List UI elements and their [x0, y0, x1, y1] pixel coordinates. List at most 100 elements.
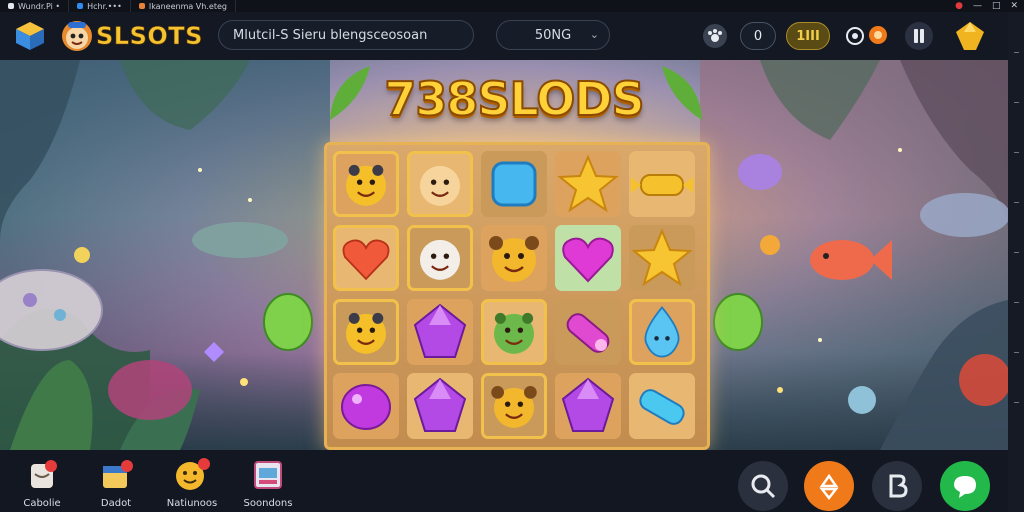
search-text: Mlutcil-S Sieru blengsceosoan [233, 27, 428, 43]
pink-candy-symbol [566, 313, 610, 353]
chat-button[interactable] [940, 461, 990, 511]
paw-icon[interactable] [702, 23, 728, 49]
slot-cell[interactable] [333, 373, 399, 439]
slot-cell[interactable] [481, 151, 547, 217]
toolbar-tick [1014, 352, 1019, 353]
maximize-icon[interactable]: □ [992, 0, 1001, 12]
record-icon[interactable]: ● [955, 0, 963, 12]
slot-cell[interactable] [407, 151, 473, 217]
slot-cell[interactable] [481, 225, 547, 291]
window-controls: ● — □ ✕ [955, 0, 1018, 12]
leaf-ornament-right [662, 66, 702, 120]
pause-icon[interactable] [904, 21, 934, 51]
search-button[interactable] [738, 461, 788, 511]
bottom-nav: Cabolie Dadot Natiunoos Soondons [0, 450, 1008, 512]
nav-label: Cabolie [23, 498, 61, 509]
chat-icon [954, 476, 976, 498]
toolbar-tick [1014, 202, 1019, 203]
slot-cell[interactable] [629, 225, 695, 291]
blue-candy-symbol [639, 389, 685, 425]
slot-cell[interactable] [555, 373, 621, 439]
nav-item-soondons[interactable]: Soondons [238, 458, 298, 509]
yellow-emoji-symbol [346, 312, 386, 354]
purple-gem-symbol [413, 303, 467, 358]
blue-star-symbol [491, 161, 537, 207]
chevron-down-icon: ⌄ [589, 28, 599, 41]
slot-cell[interactable] [333, 299, 399, 365]
slot-cell[interactable] [407, 299, 473, 365]
search-icon [751, 474, 776, 499]
slot-cell[interactable] [555, 299, 621, 365]
app-header: SLSOTS Mlutcil-S Sieru blengsceosoan 50N… [0, 12, 1008, 61]
browser-tab[interactable]: Wundr.Pi • [0, 0, 70, 12]
slot-cell[interactable] [555, 225, 621, 291]
b-button[interactable] [872, 461, 922, 511]
green-creature-symbol [494, 312, 534, 354]
gem-icon[interactable] [954, 20, 986, 52]
slot-cell[interactable] [555, 151, 621, 217]
recycle-button[interactable] [804, 461, 854, 511]
mascot-icon [62, 21, 92, 51]
crown-icon[interactable] [844, 26, 866, 46]
slot-cell[interactable] [333, 151, 399, 217]
nav-item-dadot[interactable]: Dadot [86, 458, 146, 509]
browser-tab[interactable]: Ikaneenma Vh.eteg [131, 0, 236, 12]
leaf-ornament-left [330, 66, 370, 120]
toolbar-tick [1014, 102, 1019, 103]
cup-icon [31, 460, 57, 488]
brand-logo-text: SLSOTS [96, 22, 203, 51]
select-value: 50NG [534, 27, 572, 43]
counter-value: 0 [753, 28, 763, 44]
slot-board [324, 142, 710, 450]
red-heart-symbol [342, 239, 390, 281]
minimize-icon[interactable]: — [973, 0, 982, 12]
cube-logo-icon[interactable] [14, 20, 46, 52]
recycle-icon [819, 473, 839, 501]
pink-heart-symbol [562, 237, 614, 283]
nav-item-natiunoos[interactable]: Natiunoos [162, 458, 222, 509]
browser-tabstrip: Wundr.Pi • Hchr.••• Ikaneenma Vh.eteg ● … [0, 0, 1024, 12]
balance-badge[interactable]: 1III [786, 22, 830, 50]
yellow-emoji-symbol [346, 164, 386, 206]
search-input[interactable]: Mlutcil-S Sieru blengsceosoan [218, 20, 474, 50]
gold-star-symbol [631, 228, 693, 287]
bet-select[interactable]: 50NG ⌄ [496, 20, 610, 50]
slot-cell[interactable] [407, 225, 473, 291]
counter-badge[interactable]: 0 [740, 22, 776, 50]
white-face-symbol [420, 239, 460, 280]
slot-machine-icon [254, 461, 282, 489]
yellow-bear-symbol [491, 386, 537, 428]
toolbar-tick [1014, 152, 1019, 153]
smiley-badge-icon [176, 458, 210, 490]
nav-label: Natiunoos [166, 498, 218, 509]
purple-gem-symbol [561, 377, 615, 432]
slot-cell[interactable] [333, 225, 399, 291]
purple-gem-symbol [413, 377, 467, 432]
balance-value: 1III [796, 28, 820, 44]
toolbar-tick [1014, 302, 1019, 303]
tab-label: Ikaneenma Vh.eteg [148, 1, 227, 11]
b-icon [889, 474, 908, 498]
slot-cell[interactable] [629, 373, 695, 439]
slot-cell[interactable] [407, 373, 473, 439]
right-edge-toolbar [1008, 12, 1024, 512]
nav-label: Dadot [100, 498, 132, 509]
coin-icon[interactable] [868, 25, 888, 45]
slot-cell[interactable] [481, 373, 547, 439]
tab-label: Wundr.Pi • [18, 1, 61, 11]
yellow-bear-symbol [489, 236, 539, 282]
smile-face-symbol [420, 165, 460, 206]
game-title: 738SLODS [383, 71, 645, 127]
tab-favicon-icon [138, 3, 145, 9]
slot-cell[interactable] [629, 299, 695, 365]
slot-cell[interactable] [629, 151, 695, 217]
toolbar-tick [1014, 402, 1019, 403]
close-icon[interactable]: ✕ [1010, 0, 1018, 12]
nav-item-cabolie[interactable]: Cabolie [12, 458, 72, 509]
gold-star-symbol [557, 154, 619, 213]
browser-tab[interactable]: Hchr.••• [69, 0, 131, 12]
toolbar-tick [1014, 252, 1019, 253]
tab-favicon-icon [77, 3, 84, 9]
blue-drop-symbol [644, 306, 680, 358]
slot-cell[interactable] [481, 299, 547, 365]
